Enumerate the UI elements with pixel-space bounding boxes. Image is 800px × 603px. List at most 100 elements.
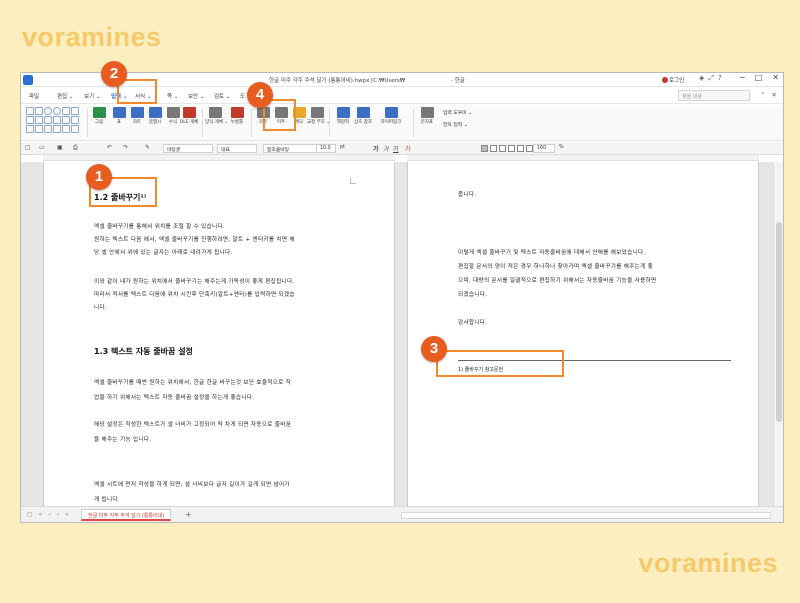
menu-edit[interactable]: 편집 ⌄ [57, 92, 73, 100]
shape-ellipse-icon[interactable] [44, 107, 52, 115]
formula-icon [166, 107, 180, 118]
format-painter-icon[interactable]: ✎ [145, 144, 150, 151]
search-input[interactable]: 찾을 내용 [678, 90, 750, 101]
app-name: - 한글 [451, 78, 465, 84]
menu-review[interactable]: 검토 ⌄ [214, 92, 230, 100]
menu-file[interactable]: 파일 [29, 92, 39, 100]
document-tab[interactable]: 한글 미주 각주 주석 달기 (통통이네) [81, 509, 172, 521]
last-page-icon[interactable]: » [65, 511, 69, 518]
next-page-icon[interactable]: › [57, 511, 59, 518]
scroll-thumb[interactable] [776, 222, 782, 422]
align-distribute-icon[interactable] [517, 145, 524, 152]
field-button[interactable]: 누름틀 [227, 107, 247, 139]
shapes-gallery[interactable] [26, 107, 82, 137]
wordart-icon [148, 107, 162, 118]
login-button[interactable]: 로그인 [669, 76, 684, 84]
paragraph-line: 되겠습니다. [458, 292, 488, 298]
page-left[interactable]: 1.2 줄바꾸기¹⁾ 엑셀 줄바꾸기를 통해서 위치를 조절 할 수 있습니다.… [43, 162, 395, 506]
align-right-icon[interactable] [508, 145, 515, 152]
shape-curve-icon[interactable] [62, 125, 70, 133]
hwp-window: 한글 미주 각주 주석 달기 (통통이네).hwpx [C:₩Users₩ - … [20, 72, 784, 523]
bold-icon[interactable]: 가 [373, 144, 379, 153]
italic-icon[interactable]: 가 [383, 144, 389, 153]
symbol-button[interactable]: 문자표 [417, 107, 437, 139]
help-icon[interactable]: ? [718, 74, 722, 83]
input-helper-button[interactable]: 입력 도우미 ⌄ [443, 109, 472, 116]
hyperlink-button[interactable]: 하이퍼링크 [377, 107, 405, 139]
doc-list-icon[interactable]: ▢ [27, 511, 33, 518]
close-doc-icon[interactable]: ✕ [772, 91, 777, 99]
align-divide-icon[interactable] [526, 145, 533, 152]
underline-icon[interactable]: 가 [393, 144, 399, 153]
shape-ellipse-icon[interactable] [53, 107, 61, 115]
expand-icon[interactable]: ⤢ [708, 74, 714, 83]
shape-arc-icon[interactable] [53, 116, 61, 124]
proofread-label: 교정 부호 ⌄ [307, 120, 331, 125]
wordart-button[interactable]: 글맵시 [145, 107, 165, 139]
new-doc-icon[interactable]: ▢ [25, 144, 31, 151]
shape-rect-icon[interactable] [71, 107, 79, 115]
save-icon[interactable]: ▣ [57, 144, 63, 151]
font-size-input[interactable]: 10.0 [316, 144, 336, 153]
close-icon[interactable]: ✕ [772, 73, 779, 82]
lock-icon[interactable]: ◈ [699, 74, 704, 83]
shape-rect-icon[interactable] [26, 107, 34, 115]
shape-rect-icon[interactable] [62, 107, 70, 115]
align-center-icon[interactable] [499, 145, 506, 152]
shape-curve-icon[interactable] [44, 125, 52, 133]
style-select[interactable]: 바탕글 [163, 144, 213, 153]
chart-button[interactable]: 차트 [127, 107, 147, 139]
proofread-button[interactable]: 교정 부호 ⌄ [307, 107, 331, 139]
sheet-nav: ▢ « ‹ › » [27, 511, 69, 518]
shape-curve-icon[interactable] [35, 125, 43, 133]
menu-view[interactable]: 보기 ⌄ [84, 92, 100, 100]
ole-button[interactable]: OLE 개체 [179, 107, 199, 139]
shape-curve-icon[interactable] [71, 125, 79, 133]
font-color-icon[interactable]: 가 [405, 144, 411, 153]
picture-button[interactable]: 그림 [89, 107, 109, 139]
shape-line-icon[interactable] [62, 116, 70, 124]
redo-icon[interactable]: ↷ [123, 144, 128, 151]
menu-page[interactable]: 쪽 ⌄ [167, 92, 178, 100]
document-area: 1.2 줄바꾸기¹⁾ 엑셀 줄바꾸기를 통해서 위치를 조절 할 수 있습니다.… [21, 162, 783, 506]
annotation-box-3 [436, 350, 564, 377]
hyperlink-label: 하이퍼링크 [380, 120, 402, 125]
first-page-icon[interactable]: « [39, 511, 43, 518]
page-right[interactable]: 줍니다. 이렇게 엑셀 줄바꾸기 및 텍스트 자동줄바꿈에 대해서 안해를 해보… [407, 162, 759, 506]
shape-line-icon[interactable] [35, 116, 43, 124]
menu-security[interactable]: 보안 ⌄ [188, 92, 204, 100]
ribbon-separator [413, 109, 414, 137]
form-object-label: 양식 개체 ⌄ [205, 120, 229, 125]
add-tab-icon[interactable]: + [185, 510, 192, 519]
cross-ref-button[interactable]: 상호 참조 [353, 107, 373, 139]
shape-rect-icon[interactable] [35, 107, 43, 115]
minimize-icon[interactable]: ─ [740, 73, 745, 82]
menu-tools[interactable]: 도 [240, 92, 245, 100]
table-icon [112, 107, 126, 118]
open-icon[interactable]: ▭ [39, 144, 45, 151]
shape-line-icon[interactable] [71, 116, 79, 124]
zoom-input[interactable]: 160 [533, 144, 555, 153]
app-logo-icon[interactable] [23, 75, 33, 85]
form-object-button[interactable]: 양식 개체 ⌄ [205, 107, 229, 139]
shape-line-icon[interactable] [26, 116, 34, 124]
table-button[interactable]: 표 [109, 107, 129, 139]
prev-page-icon[interactable]: ‹ [48, 511, 50, 518]
align-justify-icon[interactable] [481, 145, 488, 152]
print-icon[interactable]: ⎙ [73, 144, 78, 152]
vertical-scrollbar[interactable] [773, 162, 783, 506]
hanja-input-button[interactable]: 한자 입력 ⌄ [443, 121, 468, 128]
bookmark-button[interactable]: 책갈피 [333, 107, 353, 139]
maximize-icon[interactable]: □ [755, 73, 763, 82]
shape-curve-icon[interactable] [26, 125, 34, 133]
paragraph-line: 따라서 적서를 텍스트 다음에 위치 시킨후 단축키(알트+엔터)를 입력하면 … [94, 292, 295, 298]
shape-arc-icon[interactable] [44, 116, 52, 124]
ribbon-separator [87, 109, 88, 137]
undo-icon[interactable]: ↶ [107, 144, 112, 151]
shape-curve-icon[interactable] [53, 125, 61, 133]
menu-right-tools: ⌃ ✕ [760, 91, 777, 99]
collapse-ribbon-icon[interactable]: ⌃ [760, 91, 765, 99]
align-left-icon[interactable] [490, 145, 497, 152]
language-select[interactable]: 대표 [217, 144, 257, 153]
horizontal-scrollbar[interactable] [401, 512, 771, 519]
